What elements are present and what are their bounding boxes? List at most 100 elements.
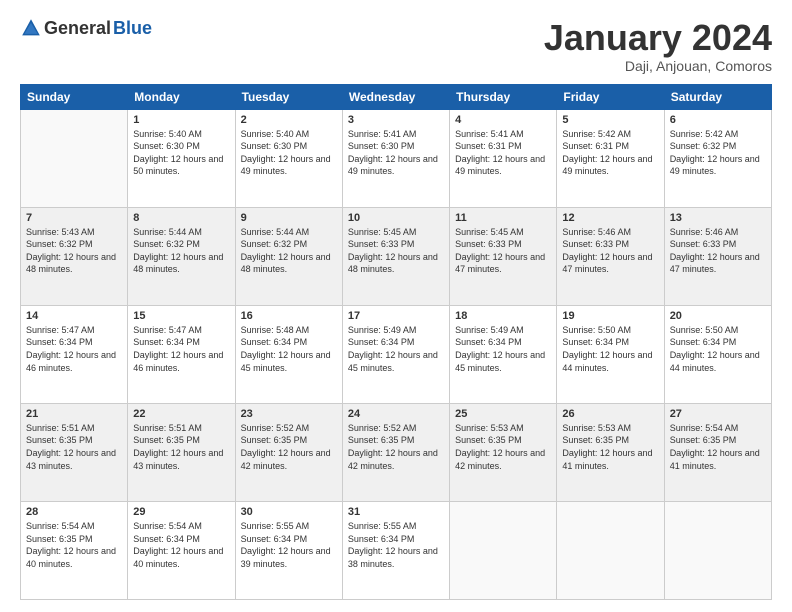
day-number: 23 — [241, 408, 337, 420]
day-info: Sunrise: 5:49 AM Sunset: 6:34 PM Dayligh… — [455, 324, 551, 374]
table-row: 1 Sunrise: 5:40 AM Sunset: 6:30 PM Daylig… — [128, 109, 235, 207]
weekday-header-row: Sunday Monday Tuesday Wednesday Thursday… — [21, 84, 772, 109]
table-row — [450, 501, 557, 599]
day-number: 25 — [455, 408, 551, 420]
logo-general: General — [44, 18, 111, 39]
table-row: 21Sunrise: 5:51 AM Sunset: 6:35 PM Dayli… — [21, 403, 128, 501]
table-row: 19 Sunrise: 5:50 AM Sunset: 6:34 PM Dayli… — [557, 305, 664, 403]
day-number: 18 — [455, 310, 551, 322]
day-number: 7 — [26, 212, 122, 224]
table-row: 17Sunrise: 5:49 AM Sunset: 6:34 PM Dayli… — [342, 305, 449, 403]
day-info: Sunrise: 5:40 AM Sunset: 6:30 PM Dayligh… — [241, 128, 337, 178]
location-subtitle: Daji, Anjouan, Comoros — [544, 58, 772, 74]
day-number: 3 — [348, 114, 444, 126]
day-number: 1 — [133, 114, 229, 126]
calendar-table: Sunday Monday Tuesday Wednesday Thursday… — [20, 84, 772, 600]
day-number: 8 — [133, 212, 229, 224]
day-info: Sunrise: 5:41 AM Sunset: 6:30 PM Dayligh… — [348, 128, 444, 178]
table-row: 9Sunrise: 5:44 AM Sunset: 6:32 PM Daylig… — [235, 207, 342, 305]
logo-icon — [20, 17, 42, 39]
day-info: Sunrise: 5:46 AM Sunset: 6:33 PM Dayligh… — [670, 226, 766, 276]
logo: GeneralBlue — [20, 18, 152, 39]
day-info: Sunrise: 5:40 AM Sunset: 6:30 PM Dayligh… — [133, 128, 229, 178]
table-row: 24 Sunrise: 5:52 AM Sunset: 6:35 PM Dayli… — [342, 403, 449, 501]
day-info: Sunrise: 5:47 AM Sunset: 6:34 PM Dayligh… — [133, 324, 229, 374]
day-number: 30 — [241, 506, 337, 518]
page-header: GeneralBlue January 2024 Daji, Anjouan, … — [20, 18, 772, 74]
day-info: Sunrise: 5:55 AM Sunset: 6:34 PM Dayligh… — [348, 520, 444, 570]
calendar-week-row: 14 Sunrise: 5:47 AM Sunset: 6:34 PM Dayli… — [21, 305, 772, 403]
day-info: Sunrise: 5:53 AM Sunset: 6:35 PM Dayligh… — [455, 422, 551, 472]
day-info: Sunrise: 5:53 AM Sunset: 6:35 PM Dayligh… — [562, 422, 658, 472]
day-number: 16 — [241, 310, 337, 322]
table-row: 14 Sunrise: 5:47 AM Sunset: 6:34 PM Dayli… — [21, 305, 128, 403]
header-friday: Friday — [557, 84, 664, 109]
day-info: Sunrise: 5:50 AM Sunset: 6:34 PM Dayligh… — [670, 324, 766, 374]
table-row: 29Sunrise: 5:54 AM Sunset: 6:34 PM Dayli… — [128, 501, 235, 599]
table-row: 12 Sunrise: 5:46 AM Sunset: 6:33 PM Dayli… — [557, 207, 664, 305]
day-number: 27 — [670, 408, 766, 420]
header-saturday: Saturday — [664, 84, 771, 109]
table-row: 13Sunrise: 5:46 AM Sunset: 6:33 PM Dayli… — [664, 207, 771, 305]
month-title: January 2024 — [544, 18, 772, 58]
day-info: Sunrise: 5:42 AM Sunset: 6:32 PM Dayligh… — [670, 128, 766, 178]
day-number: 9 — [241, 212, 337, 224]
day-number: 5 — [562, 114, 658, 126]
table-row: 7Sunrise: 5:43 AM Sunset: 6:32 PM Daylig… — [21, 207, 128, 305]
day-number: 31 — [348, 506, 444, 518]
table-row: 23 Sunrise: 5:52 AM Sunset: 6:35 PM Dayli… — [235, 403, 342, 501]
day-number: 24 — [348, 408, 444, 420]
day-number: 4 — [455, 114, 551, 126]
day-number: 20 — [670, 310, 766, 322]
table-row: 25 Sunrise: 5:53 AM Sunset: 6:35 PM Dayli… — [450, 403, 557, 501]
table-row: 16 Sunrise: 5:48 AM Sunset: 6:34 PM Dayli… — [235, 305, 342, 403]
header-monday: Monday — [128, 84, 235, 109]
table-row: 5 Sunrise: 5:42 AM Sunset: 6:31 PM Daylig… — [557, 109, 664, 207]
table-row: 15 Sunrise: 5:47 AM Sunset: 6:34 PM Dayli… — [128, 305, 235, 403]
table-row: 28 Sunrise: 5:54 AM Sunset: 6:35 PM Dayli… — [21, 501, 128, 599]
table-row: 10Sunrise: 5:45 AM Sunset: 6:33 PM Dayli… — [342, 207, 449, 305]
day-info: Sunrise: 5:54 AM Sunset: 6:35 PM Dayligh… — [26, 520, 122, 570]
day-info: Sunrise: 5:45 AM Sunset: 6:33 PM Dayligh… — [455, 226, 551, 276]
day-number: 6 — [670, 114, 766, 126]
calendar-week-row: 28 Sunrise: 5:54 AM Sunset: 6:35 PM Dayli… — [21, 501, 772, 599]
calendar-page: GeneralBlue January 2024 Daji, Anjouan, … — [0, 0, 792, 612]
day-info: Sunrise: 5:46 AM Sunset: 6:33 PM Dayligh… — [562, 226, 658, 276]
day-number: 12 — [562, 212, 658, 224]
day-info: Sunrise: 5:48 AM Sunset: 6:34 PM Dayligh… — [241, 324, 337, 374]
day-info: Sunrise: 5:54 AM Sunset: 6:35 PM Dayligh… — [670, 422, 766, 472]
table-row: 30 Sunrise: 5:55 AM Sunset: 6:34 PM Dayli… — [235, 501, 342, 599]
day-info: Sunrise: 5:52 AM Sunset: 6:35 PM Dayligh… — [348, 422, 444, 472]
table-row: 8Sunrise: 5:44 AM Sunset: 6:32 PM Daylig… — [128, 207, 235, 305]
table-row — [21, 109, 128, 207]
day-info: Sunrise: 5:52 AM Sunset: 6:35 PM Dayligh… — [241, 422, 337, 472]
header-tuesday: Tuesday — [235, 84, 342, 109]
day-info: Sunrise: 5:51 AM Sunset: 6:35 PM Dayligh… — [26, 422, 122, 472]
table-row: 31 Sunrise: 5:55 AM Sunset: 6:34 PM Dayli… — [342, 501, 449, 599]
day-info: Sunrise: 5:41 AM Sunset: 6:31 PM Dayligh… — [455, 128, 551, 178]
day-info: Sunrise: 5:47 AM Sunset: 6:34 PM Dayligh… — [26, 324, 122, 374]
calendar-week-row: 1 Sunrise: 5:40 AM Sunset: 6:30 PM Daylig… — [21, 109, 772, 207]
day-number: 28 — [26, 506, 122, 518]
table-row: 11Sunrise: 5:45 AM Sunset: 6:33 PM Dayli… — [450, 207, 557, 305]
table-row: 26Sunrise: 5:53 AM Sunset: 6:35 PM Dayli… — [557, 403, 664, 501]
table-row — [557, 501, 664, 599]
table-row: 18 Sunrise: 5:49 AM Sunset: 6:34 PM Dayli… — [450, 305, 557, 403]
table-row: 2Sunrise: 5:40 AM Sunset: 6:30 PM Daylig… — [235, 109, 342, 207]
day-number: 19 — [562, 310, 658, 322]
day-number: 14 — [26, 310, 122, 322]
day-info: Sunrise: 5:45 AM Sunset: 6:33 PM Dayligh… — [348, 226, 444, 276]
title-area: January 2024 Daji, Anjouan, Comoros — [544, 18, 772, 74]
day-number: 17 — [348, 310, 444, 322]
table-row: 22Sunrise: 5:51 AM Sunset: 6:35 PM Dayli… — [128, 403, 235, 501]
day-info: Sunrise: 5:42 AM Sunset: 6:31 PM Dayligh… — [562, 128, 658, 178]
day-info: Sunrise: 5:55 AM Sunset: 6:34 PM Dayligh… — [241, 520, 337, 570]
day-info: Sunrise: 5:51 AM Sunset: 6:35 PM Dayligh… — [133, 422, 229, 472]
logo-blue-text: Blue — [113, 18, 152, 39]
day-number: 15 — [133, 310, 229, 322]
table-row: 3 Sunrise: 5:41 AM Sunset: 6:30 PM Daylig… — [342, 109, 449, 207]
day-info: Sunrise: 5:50 AM Sunset: 6:34 PM Dayligh… — [562, 324, 658, 374]
header-sunday: Sunday — [21, 84, 128, 109]
day-number: 29 — [133, 506, 229, 518]
calendar-week-row: 21Sunrise: 5:51 AM Sunset: 6:35 PM Dayli… — [21, 403, 772, 501]
